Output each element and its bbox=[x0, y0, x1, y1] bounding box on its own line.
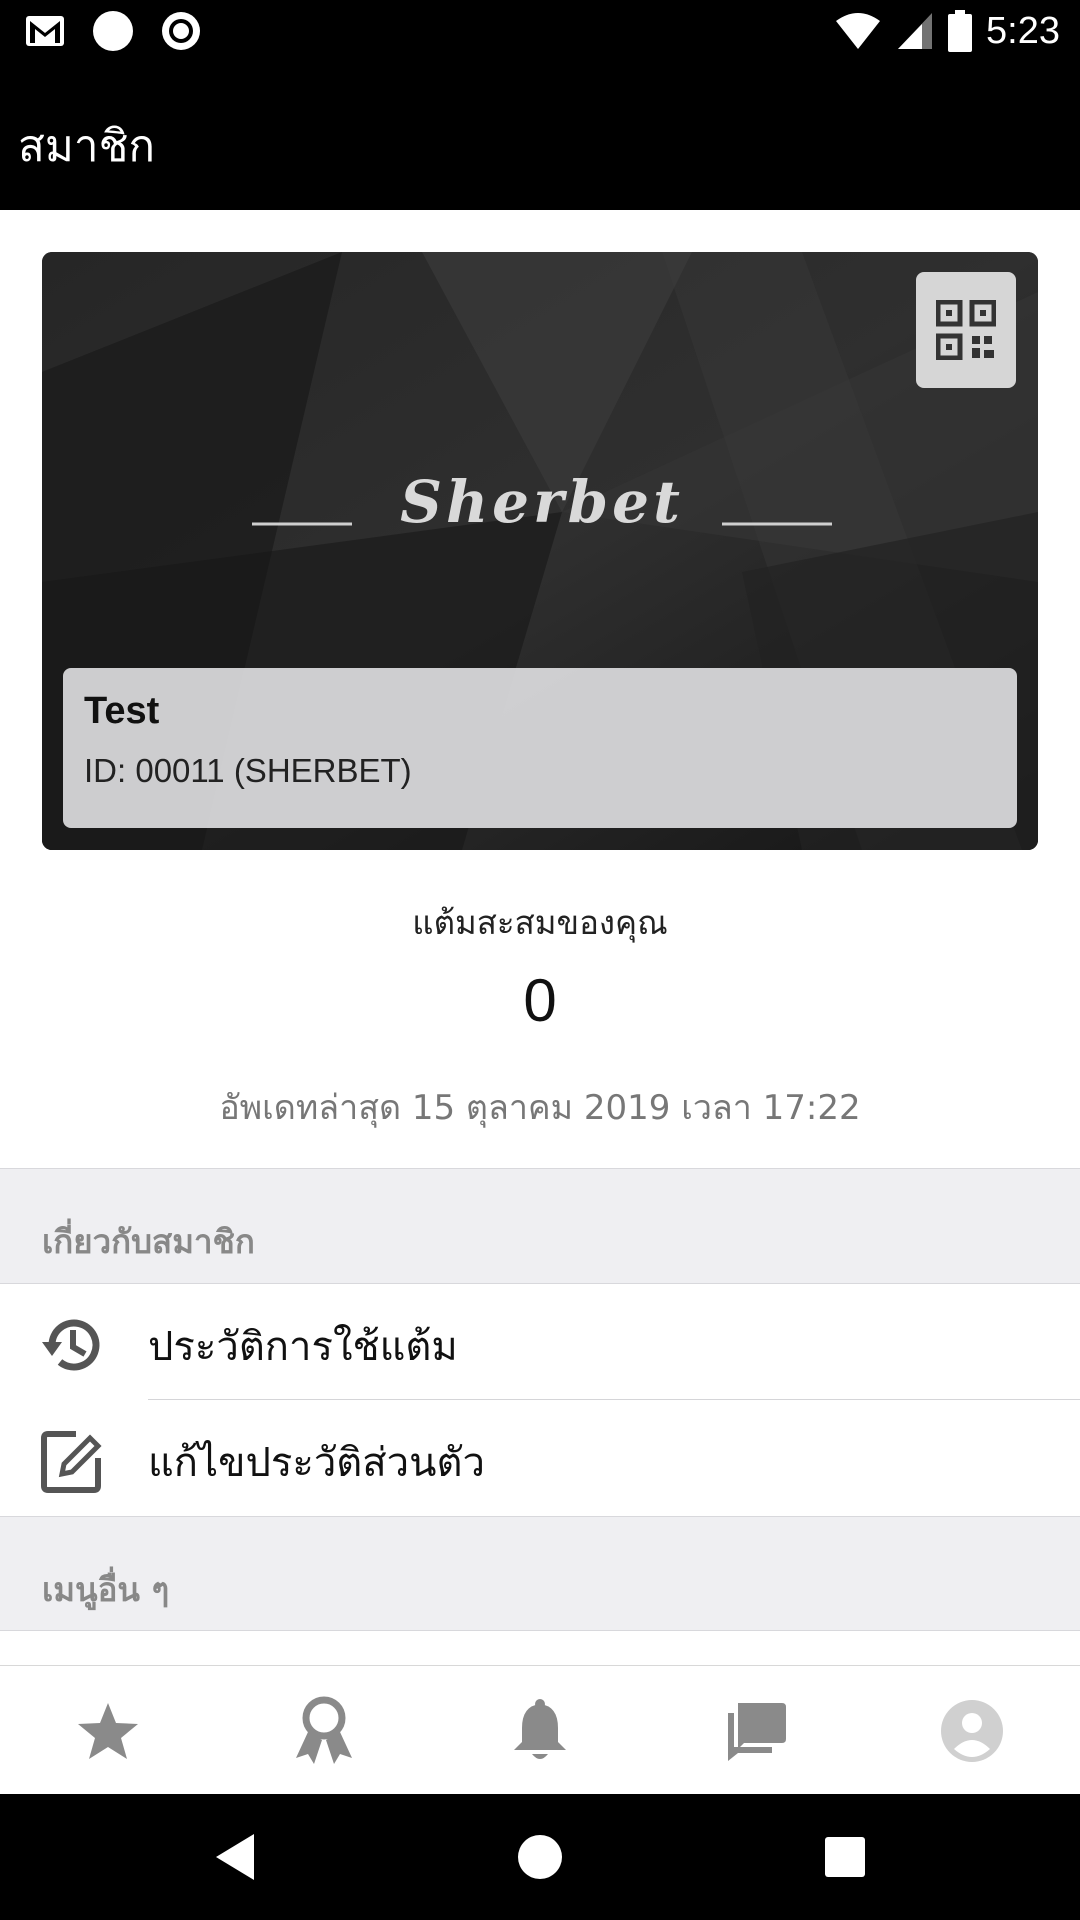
sherbet-logo: Sherbet bbox=[252, 468, 832, 536]
bell-icon bbox=[514, 1698, 566, 1759]
nav-tab-rewards[interactable] bbox=[0, 1666, 216, 1795]
account-icon bbox=[941, 1699, 1003, 1762]
wifi-icon bbox=[836, 13, 881, 49]
section-header-about: เกี่ยวกับสมาชิก bbox=[0, 1168, 1080, 1284]
cell-signal-icon bbox=[898, 13, 933, 49]
history-icon bbox=[42, 1319, 100, 1371]
recents-button[interactable] bbox=[810, 1822, 880, 1892]
svg-text:Sherbet: Sherbet bbox=[400, 468, 684, 536]
chat-icon bbox=[728, 1702, 786, 1761]
status-bar: 5:23 bbox=[0, 0, 1080, 63]
back-button[interactable] bbox=[200, 1822, 270, 1892]
award-icon bbox=[296, 1696, 352, 1764]
record-icon bbox=[162, 12, 200, 50]
nav-tab-messages[interactable] bbox=[648, 1666, 864, 1795]
back-icon bbox=[216, 1834, 254, 1880]
list-item-edit-profile[interactable]: แก้ไขประวัติส่วนตัว bbox=[0, 1400, 1080, 1516]
section-title-other: เมนูอื่น ๆ bbox=[42, 1570, 170, 1609]
app-bar: สมาชิก bbox=[0, 63, 1080, 210]
edit-icon bbox=[41, 1431, 102, 1493]
battery-icon bbox=[948, 10, 973, 52]
recents-icon bbox=[825, 1837, 865, 1877]
member-info-panel: Test ID: 00011 (SHERBET) bbox=[63, 668, 1017, 828]
home-button[interactable] bbox=[505, 1822, 575, 1892]
list-item-label: แก้ไขประวัติส่วนตัว bbox=[148, 1440, 485, 1486]
gmail-icon bbox=[26, 16, 64, 46]
bottom-navigation bbox=[0, 1665, 1080, 1795]
section-title-about: เกี่ยวกับสมาชิก bbox=[42, 1222, 255, 1261]
member-id: ID: 00011 (SHERBET) bbox=[84, 752, 412, 789]
list-item-points-history[interactable]: ประวัติการใช้แต้ม bbox=[0, 1284, 1080, 1400]
list-item-label: ประวัติการใช้แต้ม bbox=[148, 1324, 458, 1370]
points-value: 0 bbox=[523, 967, 557, 1034]
qr-code-icon bbox=[936, 300, 996, 360]
nav-tab-privileges[interactable] bbox=[216, 1666, 432, 1795]
system-navigation-bar bbox=[0, 1794, 1080, 1920]
section-header-other: เมนูอื่น ๆ bbox=[0, 1516, 1080, 1631]
home-icon bbox=[518, 1835, 562, 1879]
star-icon bbox=[78, 1702, 138, 1759]
nav-tab-notifications[interactable] bbox=[432, 1666, 648, 1795]
nav-tab-account[interactable] bbox=[864, 1666, 1080, 1795]
status-time: 5:23 bbox=[986, 10, 1060, 52]
page-title: สมาชิก bbox=[18, 121, 156, 172]
member-card[interactable]: Sherbet Test ID: 00011 (SHERBET) bbox=[42, 252, 1038, 850]
last-updated: อัพเดทล่าสุด 15 ตุลาคม 2019 เวลา 17:22 bbox=[219, 1088, 861, 1128]
points-label: แต้มสะสมของคุณ bbox=[412, 903, 668, 942]
qr-code-button[interactable] bbox=[916, 272, 1016, 388]
member-name: Test bbox=[84, 690, 160, 732]
circle-icon bbox=[93, 11, 133, 51]
